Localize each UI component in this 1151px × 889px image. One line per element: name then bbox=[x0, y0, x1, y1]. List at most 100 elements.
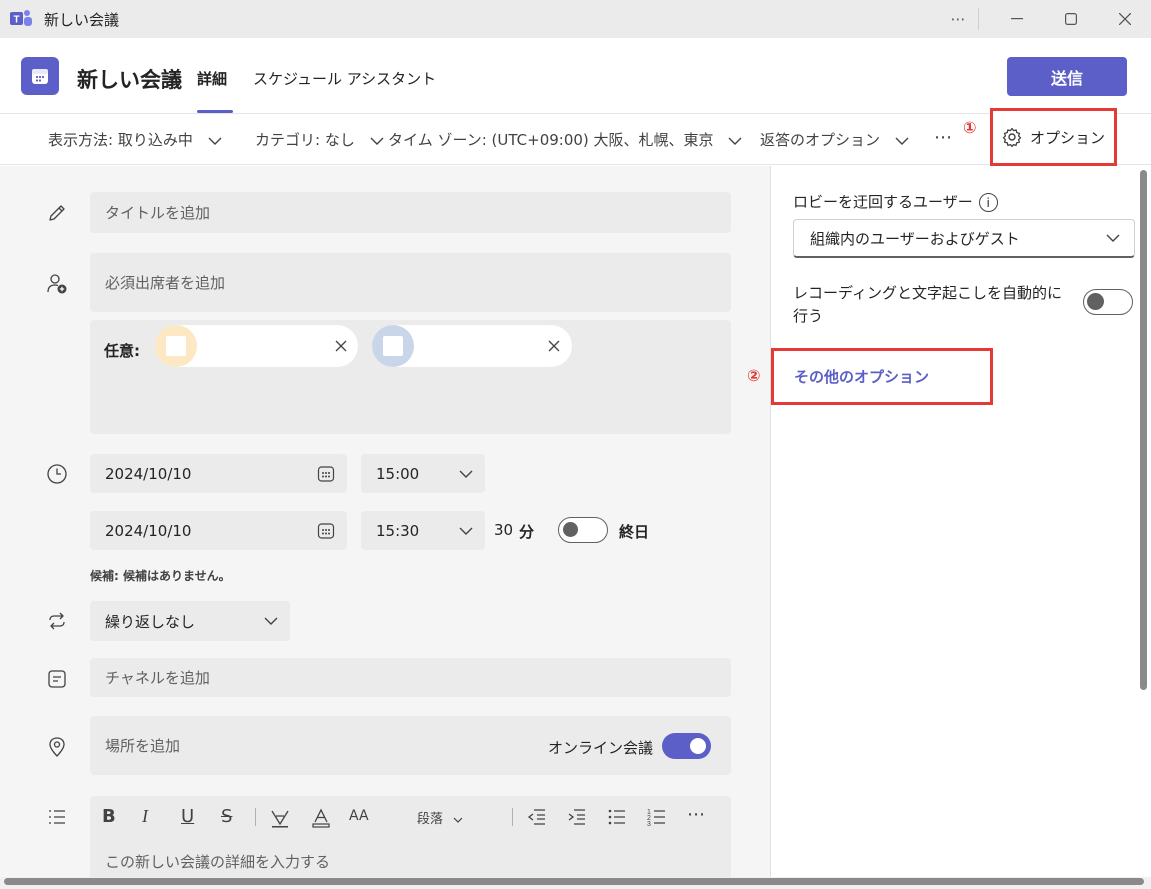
divider bbox=[255, 808, 256, 826]
online-meeting-label: オンライン会議 bbox=[548, 739, 654, 757]
more-options-label: その他のオプション bbox=[794, 368, 930, 386]
start-time-dropdown[interactable]: 15:00 bbox=[361, 454, 485, 493]
remove-attendee-icon[interactable] bbox=[548, 340, 560, 352]
divider bbox=[978, 8, 979, 30]
rich-text-editor[interactable]: B I U S AA 段落 123 ⋯ この新しい会議の詳細を入力する bbox=[90, 796, 731, 877]
chevron-down-icon bbox=[370, 137, 384, 145]
optional-attendees-field[interactable]: 任意: bbox=[90, 320, 731, 434]
tab-details[interactable]: 詳細 bbox=[197, 68, 227, 89]
font-color-icon[interactable] bbox=[311, 808, 331, 828]
window-more-button[interactable]: ⋯ bbox=[935, 0, 981, 38]
font-size-icon[interactable]: AA bbox=[349, 808, 369, 824]
all-day-toggle[interactable] bbox=[558, 517, 608, 543]
calendar-picker-icon[interactable] bbox=[317, 465, 335, 483]
lobby-bypass-label: ロビーを迂回するユーザー i bbox=[793, 191, 998, 212]
avatar bbox=[155, 325, 197, 367]
chevron-down-icon bbox=[728, 137, 742, 145]
title-bar: T 新しい会議 ⋯ bbox=[0, 0, 1151, 38]
category-label: カテゴリ: なし bbox=[255, 131, 355, 149]
close-icon bbox=[1119, 13, 1131, 25]
highlight-icon[interactable] bbox=[270, 808, 290, 828]
attendee-chip[interactable] bbox=[155, 325, 358, 367]
auto-record-toggle[interactable] bbox=[1083, 289, 1133, 315]
show-as-dropdown[interactable]: 表示方法: 取り込み中 bbox=[48, 129, 222, 150]
maximize-icon bbox=[1065, 13, 1077, 25]
category-dropdown[interactable]: カテゴリ: なし bbox=[255, 129, 384, 150]
online-meeting-toggle[interactable] bbox=[662, 733, 711, 759]
close-button[interactable] bbox=[1102, 0, 1148, 38]
calendar-picker-icon[interactable] bbox=[317, 522, 335, 540]
repeat-dropdown[interactable]: 繰り返しなし bbox=[90, 601, 290, 641]
chevron-down-icon bbox=[264, 617, 278, 625]
auto-record-line2: 行う bbox=[793, 307, 824, 325]
timezone-dropdown[interactable]: タイム ゾーン: (UTC+09:00) 大阪、札幌、東京 bbox=[388, 129, 742, 150]
start-date-input[interactable]: 2024/10/10 bbox=[90, 454, 347, 493]
toolbar-more-button[interactable]: ⋯ bbox=[934, 127, 953, 148]
attendee-chip[interactable] bbox=[372, 325, 572, 367]
show-as-label: 表示方法: 取り込み中 bbox=[48, 131, 193, 149]
more-format-icon[interactable]: ⋯ bbox=[687, 804, 706, 825]
paragraph-dropdown[interactable]: 段落 bbox=[417, 808, 463, 827]
divider bbox=[512, 808, 513, 826]
duration-value: 30 bbox=[494, 521, 514, 539]
calendar-app-icon bbox=[21, 57, 59, 95]
lobby-bypass-text: ロビーを迂回するユーザー bbox=[793, 193, 973, 211]
end-date-input[interactable]: 2024/10/10 bbox=[90, 511, 347, 550]
all-day-label: 終日 bbox=[619, 523, 650, 541]
end-time-dropdown[interactable]: 15:30 bbox=[361, 511, 485, 550]
response-options-dropdown[interactable]: 返答のオプション bbox=[760, 129, 909, 150]
options-button[interactable]: オプション bbox=[990, 108, 1117, 166]
chevron-down-icon bbox=[1106, 234, 1120, 242]
suggestion-text: 候補: 候補はありません。 bbox=[90, 569, 231, 583]
page-title: 新しい会議 bbox=[77, 68, 182, 92]
vertical-scrollbar[interactable] bbox=[1140, 170, 1147, 690]
indent-icon[interactable] bbox=[567, 808, 587, 826]
chevron-down-icon bbox=[208, 137, 222, 145]
svg-text:T: T bbox=[13, 15, 19, 26]
chevron-down-icon bbox=[453, 817, 463, 823]
info-icon[interactable]: i bbox=[978, 193, 998, 212]
chevron-down-icon bbox=[895, 137, 909, 145]
minimize-button[interactable] bbox=[994, 0, 1040, 38]
bullet-list-icon[interactable] bbox=[607, 808, 627, 826]
minimize-icon bbox=[1011, 18, 1023, 20]
meeting-toolbar: 表示方法: 取り込み中 カテゴリ: なし タイム ゾーン: (UTC+09:00… bbox=[0, 114, 1151, 165]
location-placeholder: 場所を追加 bbox=[105, 737, 181, 755]
horizontal-scrollbar[interactable] bbox=[4, 878, 1144, 885]
avatar bbox=[372, 325, 414, 367]
duration-unit: 分 bbox=[519, 523, 535, 541]
options-panel bbox=[771, 166, 1151, 877]
required-attendees-input[interactable]: 必須出席者を追加 bbox=[90, 253, 731, 312]
response-options-label: 返答のオプション bbox=[760, 131, 881, 149]
paragraph-label: 段落 bbox=[417, 812, 444, 827]
start-date-value: 2024/10/10 bbox=[105, 464, 192, 483]
window-title: 新しい会議 bbox=[44, 11, 120, 29]
bold-icon[interactable]: B bbox=[102, 806, 116, 827]
chevron-down-icon bbox=[459, 470, 473, 478]
lobby-bypass-dropdown[interactable]: 組織内のユーザーおよびゲスト bbox=[793, 219, 1135, 258]
italic-icon[interactable]: I bbox=[142, 806, 148, 827]
underline-icon[interactable]: U bbox=[181, 806, 194, 827]
clock-icon bbox=[45, 462, 69, 486]
annotation-marker-2: ② bbox=[747, 366, 761, 385]
list-details-icon bbox=[45, 805, 69, 829]
optional-label: 任意: bbox=[104, 342, 140, 360]
more-icon: ⋯ bbox=[950, 10, 966, 28]
send-button[interactable]: 送信 bbox=[1007, 57, 1127, 96]
title-input[interactable]: タイトルを追加 bbox=[90, 192, 731, 233]
outdent-icon[interactable] bbox=[527, 808, 547, 826]
channel-input[interactable]: チャネルを追加 bbox=[90, 658, 731, 697]
more-options-link[interactable]: その他のオプション bbox=[771, 348, 993, 405]
strikethrough-icon[interactable]: S bbox=[221, 806, 232, 827]
gear-icon bbox=[1002, 127, 1022, 147]
end-date-value: 2024/10/10 bbox=[105, 521, 192, 540]
svg-text:3: 3 bbox=[647, 821, 651, 827]
end-time-value: 15:30 bbox=[376, 521, 420, 540]
repeat-icon bbox=[45, 609, 69, 633]
numbered-list-icon[interactable]: 123 bbox=[647, 807, 667, 827]
remove-attendee-icon[interactable] bbox=[335, 340, 347, 352]
tab-scheduling-assistant[interactable]: スケジュール アシスタント bbox=[253, 68, 436, 89]
details-placeholder: この新しい会議の詳細を入力する bbox=[105, 853, 331, 871]
maximize-button[interactable] bbox=[1048, 0, 1094, 38]
channel-icon bbox=[45, 667, 69, 691]
